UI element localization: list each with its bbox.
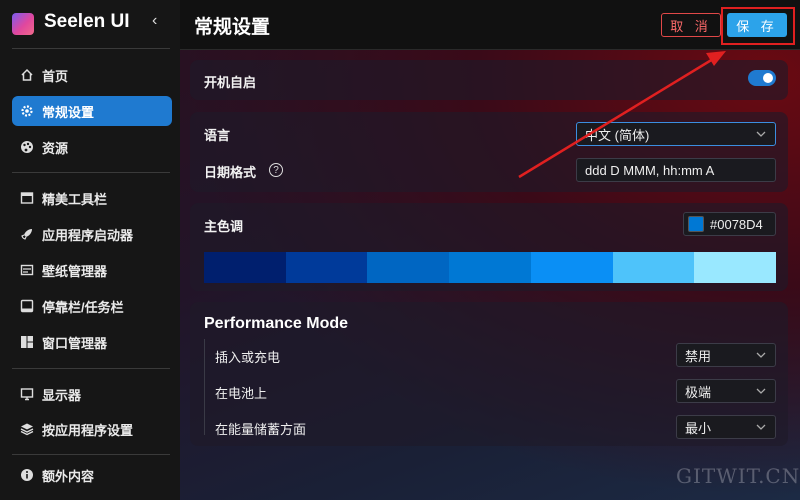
sidebar-item-toolbar[interactable]: 精美工具栏 bbox=[12, 183, 172, 213]
sidebar-divider bbox=[12, 172, 170, 173]
main-panel: 常规设置 取 消 保 存 开机自启 语言 中文 (简体) 日期格式 ? ddd … bbox=[180, 0, 800, 500]
startup-toggle[interactable] bbox=[748, 70, 776, 86]
chevron-down-icon bbox=[756, 352, 766, 358]
sidebar-item-wallpaper-manager[interactable]: 壁纸管理器 bbox=[12, 255, 172, 285]
palette-shade-3 bbox=[449, 252, 531, 283]
sidebar-item-general-settings[interactable]: 常规设置 bbox=[12, 96, 172, 126]
palette-shade-6 bbox=[694, 252, 777, 283]
sidebar-item-label: 壁纸管理器 bbox=[42, 263, 108, 279]
locale-card: 语言 中文 (简体) 日期格式 ? ddd D MMM, hh:mm A bbox=[190, 112, 788, 192]
chevron-down-icon bbox=[756, 388, 766, 394]
perf-row-label: 在能量储蓄方面 bbox=[215, 422, 307, 437]
sidebar-item-label: 额外内容 bbox=[42, 468, 95, 484]
perf-row-label: 在电池上 bbox=[215, 386, 268, 401]
perf-battery-select[interactable]: 极端 bbox=[676, 379, 776, 403]
perf-row-value: 极端 bbox=[685, 384, 712, 400]
performance-group-line bbox=[204, 339, 205, 435]
perf-row-value: 禁用 bbox=[685, 348, 712, 364]
sidebar-divider bbox=[12, 368, 170, 369]
accent-color-hex: #0078D4 bbox=[710, 216, 763, 232]
toolbar-icon bbox=[20, 191, 34, 205]
date-format-input[interactable]: ddd D MMM, hh:mm A bbox=[576, 158, 776, 182]
help-icon[interactable]: ? bbox=[269, 163, 283, 177]
perf-energy-saver-select[interactable]: 最小 bbox=[676, 415, 776, 439]
palette-shade-2 bbox=[367, 252, 450, 283]
info-icon bbox=[20, 468, 34, 482]
accent-palette bbox=[204, 252, 777, 283]
rocket-icon bbox=[20, 227, 34, 241]
date-format-label: 日期格式 bbox=[204, 165, 257, 180]
brand-header: Seelen UI ‹ bbox=[0, 0, 180, 48]
perf-row-value: 最小 bbox=[685, 420, 712, 436]
sidebar-divider bbox=[12, 48, 170, 49]
language-value: 中文 (简体) bbox=[585, 127, 650, 143]
sidebar-item-label: 按应用程序设置 bbox=[42, 422, 134, 438]
sidebar-divider bbox=[12, 454, 170, 455]
accent-color-label: 主色调 bbox=[204, 219, 244, 234]
palette-shade-5 bbox=[612, 252, 695, 283]
accent-color-swatch bbox=[688, 216, 704, 232]
palette-shade-0 bbox=[204, 252, 286, 283]
sidebar-item-label: 显示器 bbox=[42, 387, 82, 403]
perf-plugged-select[interactable]: 禁用 bbox=[676, 343, 776, 367]
sidebar-item-home[interactable]: 首页 bbox=[12, 60, 172, 90]
accent-color-card: 主色调 #0078D4 bbox=[190, 203, 788, 291]
chevron-down-icon bbox=[756, 131, 766, 137]
wallpaper-icon bbox=[20, 263, 34, 277]
top-bar: 常规设置 取 消 保 存 bbox=[180, 0, 800, 50]
app-logo-icon bbox=[12, 13, 34, 35]
palette-shade-4 bbox=[530, 252, 613, 283]
monitor-icon bbox=[20, 387, 34, 401]
startup-label: 开机自启 bbox=[204, 75, 257, 90]
watermark: GITWIT.CN bbox=[676, 464, 800, 488]
sidebar-item-label: 资源 bbox=[42, 140, 69, 156]
palette-shade-1 bbox=[285, 252, 368, 283]
sidebar-item-resources[interactable]: 资源 bbox=[12, 132, 172, 162]
annotation-highlight-box bbox=[721, 7, 795, 45]
gear-icon bbox=[20, 104, 34, 118]
chevron-left-icon[interactable]: ‹ bbox=[152, 12, 157, 30]
app-name: Seelen UI bbox=[44, 11, 130, 32]
sidebar-item-label: 常规设置 bbox=[42, 104, 95, 120]
layers-icon bbox=[20, 422, 34, 436]
sidebar-item-app-specific-settings[interactable]: 按应用程序设置 bbox=[12, 414, 172, 444]
sidebar-item-extras[interactable]: 额外内容 bbox=[12, 460, 172, 490]
palette-icon bbox=[20, 140, 34, 154]
sidebar-item-window-manager[interactable]: 窗口管理器 bbox=[12, 327, 172, 357]
language-label: 语言 bbox=[204, 128, 231, 143]
sidebar-item-label: 窗口管理器 bbox=[42, 335, 108, 351]
sidebar-item-label: 应用程序启动器 bbox=[42, 227, 134, 243]
perf-row-label: 插入或充电 bbox=[215, 350, 281, 365]
page-title: 常规设置 bbox=[194, 17, 271, 38]
performance-title: Performance Mode bbox=[204, 315, 349, 332]
sidebar-item-label: 精美工具栏 bbox=[42, 191, 108, 207]
language-select[interactable]: 中文 (简体) bbox=[576, 122, 776, 146]
startup-card: 开机自启 bbox=[190, 60, 788, 100]
window-manager-icon bbox=[20, 335, 34, 349]
sidebar-item-dock-taskbar[interactable]: 停靠栏/任务栏 bbox=[12, 291, 172, 321]
chevron-down-icon bbox=[756, 424, 766, 430]
cancel-button[interactable]: 取 消 bbox=[661, 13, 721, 37]
dock-icon bbox=[20, 299, 34, 313]
sidebar-item-monitors[interactable]: 显示器 bbox=[12, 379, 172, 409]
home-icon bbox=[20, 68, 34, 82]
sidebar-item-label: 首页 bbox=[42, 68, 69, 84]
sidebar: Seelen UI ‹ 首页 常规设置 资源 精美工具栏 应用程序启动器 壁纸管… bbox=[0, 0, 180, 500]
accent-color-picker[interactable]: #0078D4 bbox=[683, 212, 776, 236]
sidebar-item-app-launcher[interactable]: 应用程序启动器 bbox=[12, 219, 172, 249]
sidebar-item-label: 停靠栏/任务栏 bbox=[42, 299, 124, 315]
performance-card: Performance Mode 插入或充电 禁用 在电池上 极端 在能量储蓄方… bbox=[190, 302, 788, 446]
